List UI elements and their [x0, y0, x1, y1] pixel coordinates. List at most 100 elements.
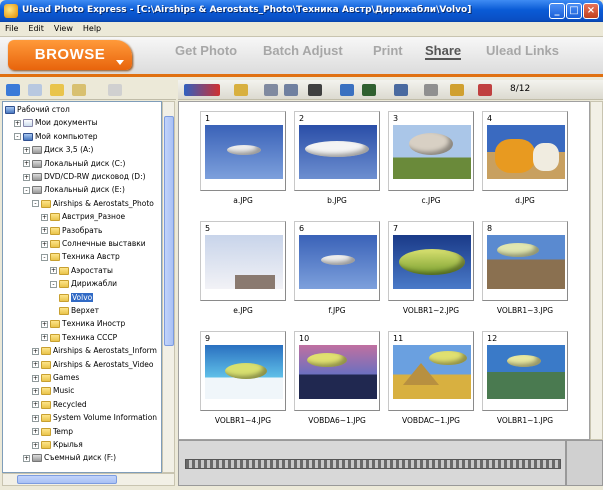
- expand-icon[interactable]: +: [32, 361, 39, 369]
- browse-button[interactable]: BROWSE: [8, 40, 132, 70]
- tree-item[interactable]: + Диск 3,5 (A:): [23, 144, 93, 155]
- tree-item[interactable]: + Recycled: [32, 399, 87, 410]
- collapse-icon[interactable]: -: [23, 186, 30, 194]
- photo-item[interactable]: 9 VOLBR1~4.JPG: [200, 331, 294, 435]
- tab-ulead-links[interactable]: Ulead Links: [486, 43, 559, 58]
- photo-item[interactable]: 5 e.JPG: [200, 221, 294, 325]
- view-mode-icon[interactable]: [108, 84, 122, 96]
- tree-item[interactable]: + Мои документы: [14, 117, 98, 128]
- expand-icon[interactable]: +: [41, 213, 48, 221]
- expand-icon[interactable]: +: [41, 240, 48, 248]
- tree-item[interactable]: + Съемный диск (F:): [23, 452, 116, 463]
- rotate-icon[interactable]: [362, 84, 376, 96]
- photo-card[interactable]: 6: [294, 221, 380, 301]
- tree-item[interactable]: + Техника Иностр: [41, 318, 125, 329]
- expand-icon[interactable]: +: [32, 401, 39, 409]
- tree-item[interactable]: + Солнечные выставки: [41, 238, 146, 249]
- open-icon[interactable]: [234, 84, 248, 96]
- photo-card[interactable]: 9: [200, 331, 286, 411]
- tree-item[interactable]: + Разобрать: [41, 225, 102, 236]
- tree-item[interactable]: + Техника СССР: [41, 332, 117, 343]
- photo-card[interactable]: 5: [200, 221, 286, 301]
- photo-item[interactable]: 8 VOLBR1~3.JPG: [482, 221, 576, 325]
- slideshow-icon[interactable]: [394, 84, 408, 96]
- share-icon[interactable]: [478, 84, 492, 96]
- photo-item[interactable]: 3 c.JPG: [388, 111, 482, 215]
- expand-icon[interactable]: +: [50, 267, 57, 275]
- maximize-button[interactable]: □: [566, 3, 582, 19]
- title-bar[interactable]: Ulead Photo Express - [C:\Airships & Aer…: [0, 0, 603, 22]
- scrollbar-thumb[interactable]: [164, 116, 174, 346]
- tab-print[interactable]: Print: [373, 43, 403, 58]
- tree-item[interactable]: + Австрия_Разное: [41, 211, 125, 222]
- tree-item[interactable]: + Локальный диск (C:): [23, 158, 125, 169]
- photo-thumbnail[interactable]: [205, 345, 283, 399]
- expand-icon[interactable]: +: [41, 334, 48, 342]
- forward-icon[interactable]: [28, 84, 42, 96]
- minimize-button[interactable]: _: [549, 3, 565, 19]
- collapse-icon[interactable]: -: [14, 133, 21, 141]
- menu-view[interactable]: View: [49, 22, 78, 35]
- tree-item[interactable]: + DVD/CD-RW дисковод (D:): [23, 171, 146, 182]
- tree-item[interactable]: + Music: [32, 385, 74, 396]
- scrollbar-thumb[interactable]: [17, 475, 117, 484]
- tree-item[interactable]: Рабочий стол: [5, 104, 70, 115]
- expand-icon[interactable]: +: [23, 146, 30, 154]
- expand-icon[interactable]: +: [23, 454, 30, 462]
- tree-item[interactable]: - Техника Австр: [41, 251, 120, 262]
- photo-thumbnail[interactable]: [393, 235, 471, 289]
- photo-item[interactable]: 4 d.JPG: [482, 111, 576, 215]
- tree-item[interactable]: + System Volume Information: [32, 412, 157, 423]
- copy-icon[interactable]: [264, 84, 278, 96]
- photo-thumbnail[interactable]: [393, 345, 471, 399]
- expand-icon[interactable]: +: [32, 374, 39, 382]
- photo-thumbnail[interactable]: [299, 235, 377, 289]
- expand-icon[interactable]: +: [23, 160, 30, 168]
- photo-thumbnail[interactable]: [487, 125, 565, 179]
- tree-item[interactable]: + Airships & Aerostats_Video: [32, 359, 154, 370]
- album-icon[interactable]: [450, 84, 464, 96]
- tree-item[interactable]: - Airships & Aerostats_Photo: [32, 198, 154, 209]
- photo-card[interactable]: 10: [294, 331, 380, 411]
- photo-card[interactable]: 2: [294, 111, 380, 191]
- grid-vertical-scrollbar[interactable]: [590, 101, 603, 440]
- tree-item[interactable]: - Дирижабли: [50, 278, 117, 289]
- expand-icon[interactable]: +: [32, 414, 39, 422]
- tree-item[interactable]: - Локальный диск (E:): [23, 184, 125, 195]
- expand-icon[interactable]: +: [14, 119, 21, 127]
- tree-item[interactable]: Верхет: [59, 305, 99, 316]
- tree-item[interactable]: Volvo: [59, 292, 94, 303]
- select-icon[interactable]: [184, 84, 220, 96]
- tab-get-photo[interactable]: Get Photo: [175, 43, 237, 58]
- filmstrip[interactable]: [185, 459, 561, 469]
- photo-card[interactable]: 4: [482, 111, 568, 191]
- folder-tree[interactable]: Рабочий стол + Мои документы - Мой компьютер…: [2, 101, 162, 473]
- photo-thumbnail[interactable]: [205, 125, 283, 179]
- collapse-icon[interactable]: -: [32, 200, 39, 208]
- photo-card[interactable]: 7: [388, 221, 474, 301]
- photo-item[interactable]: 11 VOBDAC~1.JPG: [388, 331, 482, 435]
- tree-item[interactable]: + Крылья: [32, 439, 83, 450]
- photo-card[interactable]: 8: [482, 221, 568, 301]
- photo-card[interactable]: 11: [388, 331, 474, 411]
- tree-vertical-scrollbar[interactable]: [162, 101, 175, 473]
- folder-up-icon[interactable]: [50, 84, 64, 96]
- photo-thumbnail[interactable]: [299, 125, 377, 179]
- expand-icon[interactable]: +: [41, 227, 48, 235]
- photo-thumbnail[interactable]: [487, 345, 565, 399]
- menu-help[interactable]: Help: [78, 22, 106, 35]
- thumbnail-grid[interactable]: 1 a.JPG 2 b.JPG 3 c.JPG 4 d.JPG 5 e.JPG …: [178, 101, 590, 440]
- photo-thumbnail[interactable]: [487, 235, 565, 289]
- photo-item[interactable]: 6 f.JPG: [294, 221, 388, 325]
- tree-item[interactable]: + Аэростаты: [50, 265, 113, 276]
- delete-icon[interactable]: [308, 84, 322, 96]
- menu-file[interactable]: File: [0, 22, 23, 35]
- tree-horizontal-scrollbar[interactable]: [2, 473, 175, 486]
- expand-icon[interactable]: +: [41, 320, 48, 328]
- expand-icon[interactable]: +: [32, 428, 39, 436]
- photo-card[interactable]: 3: [388, 111, 474, 191]
- photo-card[interactable]: 12: [482, 331, 568, 411]
- photo-thumbnail[interactable]: [205, 235, 283, 289]
- photo-thumbnail[interactable]: [393, 125, 471, 179]
- expand-icon[interactable]: +: [32, 347, 39, 355]
